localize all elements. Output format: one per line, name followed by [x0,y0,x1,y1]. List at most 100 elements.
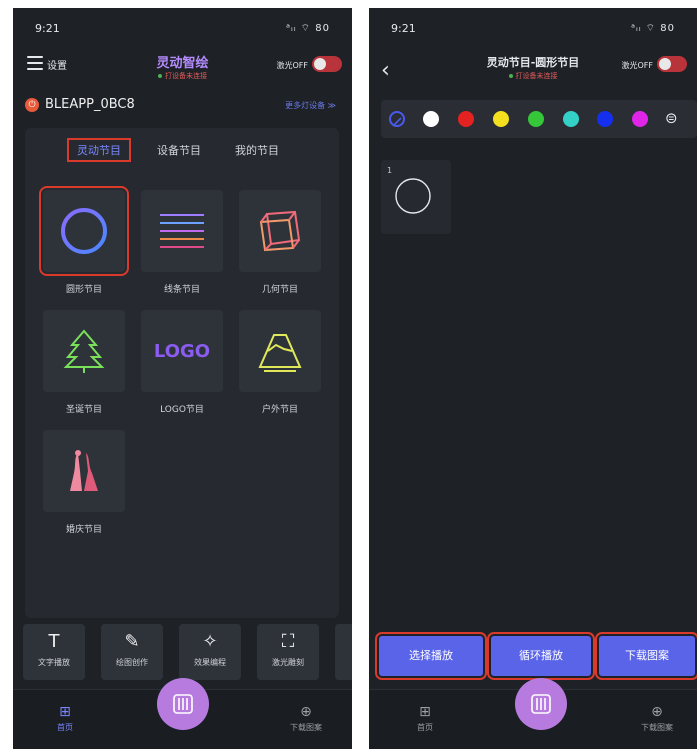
cube-icon [259,210,301,252]
nav-home[interactable]: ⊞ 首页 [57,704,73,733]
tile-christmas[interactable] [43,310,125,392]
download-icon: ⊕ [300,704,312,720]
grid-label: LOGO节目 [160,405,204,415]
color-swatch-green[interactable] [528,111,544,127]
laser-toggle[interactable] [312,56,342,72]
drawing-button[interactable]: ✎ 绘图创作 [101,624,163,680]
grid-label: 婚庆节目 [65,525,102,535]
equalizer-icon [531,694,551,714]
preset-tile[interactable]: 1 [381,160,451,234]
program-panel: 灵动节目 设备节目 我的节目 圆形节目 线条节目 几何节目 圣诞节目 LOGO … [25,128,339,618]
nav-download[interactable]: ⊕ 下载图案 [290,704,322,733]
status-time: 9:21 [35,22,60,35]
more-devices-link[interactable]: 更多灯设备 ≫ [285,100,336,111]
download-icon: ⊕ [651,704,663,720]
equalizer-fab[interactable] [157,678,209,730]
equalizer-icon [173,694,193,714]
tile-geometry[interactable] [239,190,321,272]
tool-label: 绘图创作 [116,658,148,667]
preset-number: 1 [387,166,393,175]
grid-item-circle[interactable]: 圆形节目 [39,186,129,295]
laser-toggle[interactable] [657,56,687,72]
left-phone-screen: 9:21 ᵃᵢₗ ⌔ 80 设置 灵动智绘 打设备未连接 激光OFF ⏻ BLE… [13,8,352,749]
tool-overflow[interactable] [335,624,352,680]
grid-item-christmas[interactable]: 圣诞节目 [43,310,125,415]
mountain-icon [258,334,302,372]
status-icons: ᵃᵢₗ ⌔ 80 [631,23,675,34]
tab-dynamic-programs[interactable]: 灵动节目 [67,138,131,162]
program-tabs: 灵动节目 设备节目 我的节目 [25,138,339,164]
device-name[interactable]: BLEAPP_0BC8 [45,97,135,112]
grid-label: 圆形节目 [65,285,102,295]
grid-item-lines[interactable]: 线条节目 [141,190,223,295]
tile-wedding[interactable] [43,430,125,512]
download-pattern-button[interactable]: 下载图案 [595,632,697,680]
right-phone-screen: 9:21 ᵃᵢₗ ⌔ 80 灵动节目-圆形节目 打设备未连接 激光OFF ‹ ⊜… [369,8,697,749]
text-icon: T [48,631,60,652]
tab-device-programs[interactable]: 设备节目 [157,142,201,158]
nav-home[interactable]: ⊞ 首页 [417,704,433,733]
circle-icon [61,208,107,254]
more-colors-icon[interactable]: ⊜ [665,109,678,127]
tile-circle[interactable] [39,186,129,276]
tile-outdoor[interactable] [239,310,321,392]
home-grid-icon: ⊞ [419,704,431,720]
frame-icon: ⛶ [281,631,295,652]
grid-item-wedding[interactable]: 婚庆节目 [43,430,125,535]
tool-bar: T 文字播放 ✎ 绘图创作 ✧ 效果编程 ⛶ 激光雕刻 [23,624,352,682]
connection-status-text: 打设备未连接 [165,72,207,80]
grid-label: 几何节目 [261,285,298,295]
status-time: 9:21 [391,22,416,35]
tree-icon [63,329,105,373]
text-play-button[interactable]: T 文字播放 [23,624,85,680]
color-palette: ⊜ [381,100,697,138]
device-row: ⏻ BLEAPP_0BC8 更多灯设备 ≫ [25,96,340,116]
back-chevron-icon[interactable]: ‹ [381,58,390,83]
loop-play-button[interactable]: 循环播放 [487,632,595,680]
pencil-icon: ✎ [124,631,140,652]
grid-label: 线条节目 [163,285,200,295]
wedding-icon [70,450,98,491]
no-color-swatch[interactable] [389,111,405,127]
status-dot-icon [508,74,513,78]
select-play-button[interactable]: 选择播放 [375,632,487,680]
color-swatch-magenta[interactable] [632,111,648,127]
tile-logo[interactable]: LOGO [141,310,223,392]
tool-label: 效果编程 [194,658,226,667]
color-swatch-red[interactable] [458,111,474,127]
grid-item-outdoor[interactable]: 户外节目 [239,310,321,415]
laser-label: 激光OFF [621,61,654,70]
effect-programming-button[interactable]: ✧ 效果编程 [179,624,241,680]
tool-label: 文字播放 [38,658,70,667]
toggle-knob [659,58,671,70]
status-bar: 9:21 ᵃᵢₗ ⌔ 80 [381,20,685,40]
status-dot-icon [158,74,162,78]
grid-label: 圣诞节目 [65,405,102,415]
home-grid-icon: ⊞ [59,704,71,720]
tab-my-programs[interactable]: 我的节目 [235,142,279,158]
grid-label: 户外节目 [261,405,298,415]
bottom-nav: ⊞ 首页 ⊕ 下载图案 [369,678,697,749]
tile-lines[interactable] [141,190,223,272]
slash-icon [392,117,402,127]
color-swatch-yellow[interactable] [493,111,509,127]
nav-home-label: 首页 [57,723,73,732]
nav-home-label: 首页 [417,723,433,732]
app-header: 设置 灵动智绘 打设备未连接 激光OFF [13,48,352,92]
nav-download-label: 下载图案 [290,723,322,732]
nav-download[interactable]: ⊕ 下载图案 [641,704,673,733]
power-icon: ⏻ [25,98,39,112]
laser-engrave-button[interactable]: ⛶ 激光雕刻 [257,624,319,680]
toggle-knob [314,58,326,70]
color-swatch-white[interactable] [423,111,439,127]
connection-status-text: 打设备未连接 [515,72,558,80]
nav-download-label: 下载图案 [641,723,673,732]
color-swatch-cyan[interactable] [563,111,579,127]
connection-status: 打设备未连接 [369,71,697,81]
grid-item-geometry[interactable]: 几何节目 [239,190,321,295]
color-swatch-blue[interactable] [597,111,613,127]
grid-item-logo[interactable]: LOGO LOGO节目 [141,310,223,415]
equalizer-fab[interactable] [515,678,567,730]
logo-icon: LOGO [153,340,211,362]
circle-outline-icon [395,178,431,214]
